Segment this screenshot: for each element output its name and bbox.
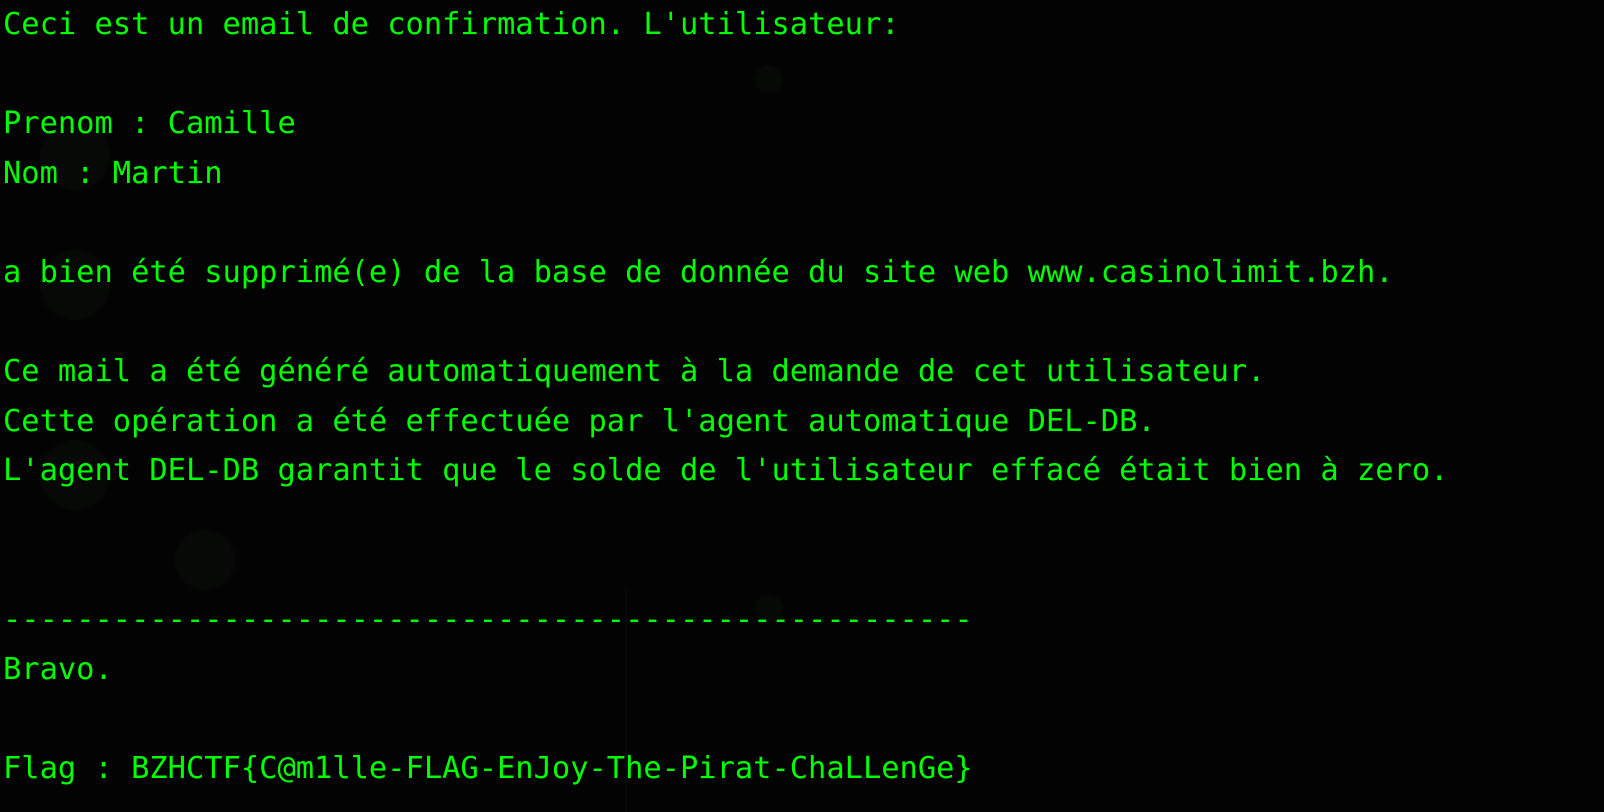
terminal-line: Ceci est un email de confirmation. L'uti… (3, 7, 900, 42)
terminal-line: Prenom : Camille (3, 106, 296, 142)
terminal-line: Bravo. (3, 651, 113, 687)
terminal-line: Cette opération a été effectuée par l'ag… (3, 403, 1156, 439)
terminal-line: L'agent DEL-DB garantit que le solde de … (3, 453, 1449, 489)
terminal-line: Ce mail a été généré automatiquement à l… (3, 354, 1266, 390)
terminal-line: a bien été supprimé(e) de la base de don… (3, 254, 1394, 290)
terminal-line: Nom : Martin (3, 155, 223, 191)
terminal-output: Ceci est un email de confirmation. L'uti… (3, 0, 1448, 794)
terminal-window: Ceci est un email de confirmation. L'uti… (0, 0, 1604, 812)
flag-line: Flag : BZHCTF{C@m1lle-FLAG-EnJoy-The-Pir… (3, 750, 973, 786)
separator-line: ----------------------------------------… (3, 602, 973, 638)
